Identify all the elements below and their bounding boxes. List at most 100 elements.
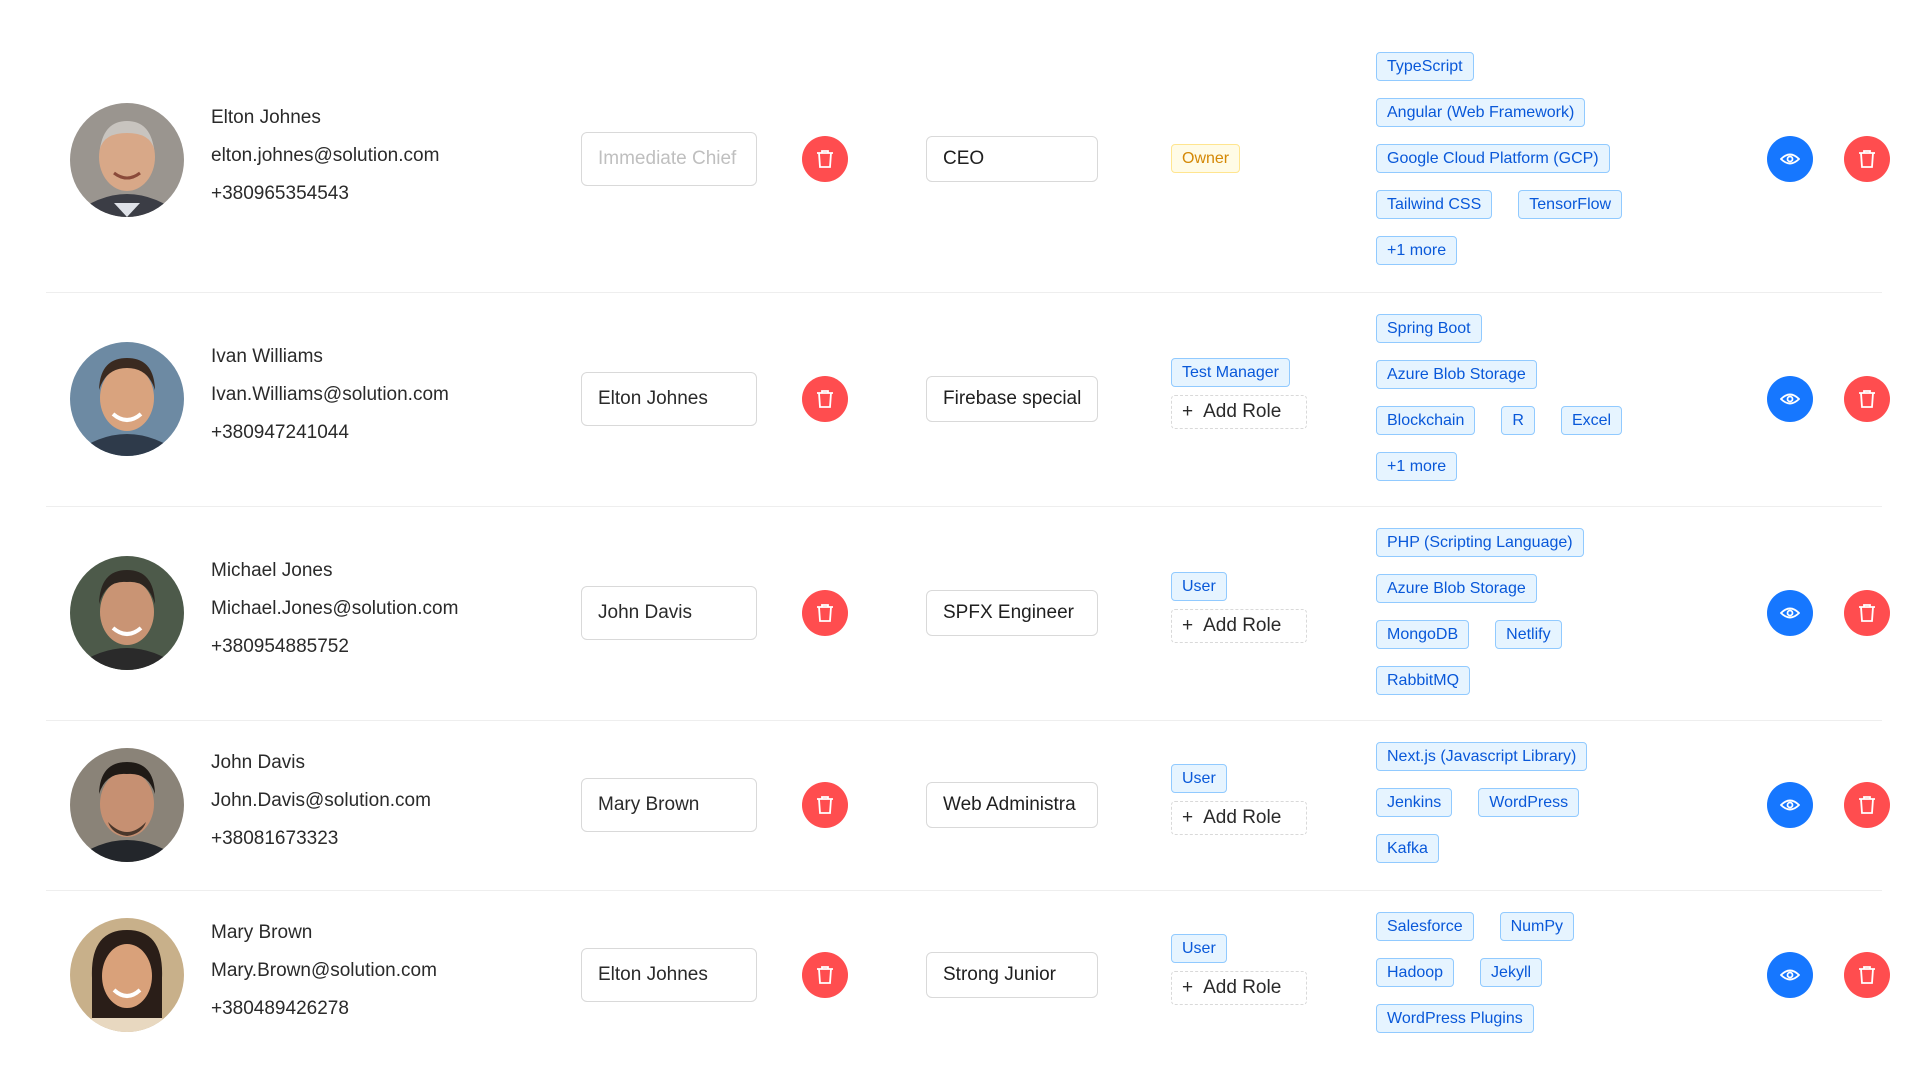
employee-info: Ivan Williams Ivan.Williams@solution.com… [211,338,449,452]
employee-name: John Davis [211,752,305,773]
add-role-button[interactable]: + Add Role [1171,971,1307,1005]
trash-icon [817,966,833,984]
skills: PHP (Scripting Language) Azure Blob Stor… [1376,528,1584,712]
skill-tag: MongoDB [1376,620,1470,649]
remove-chief-button[interactable] [802,782,848,828]
role-tag: Owner [1171,144,1241,173]
chief-input[interactable] [581,132,757,186]
role-tag: Test Manager [1171,358,1290,387]
job-title-input[interactable] [926,952,1098,998]
skill-tag: WordPress Plugins [1376,1004,1534,1033]
employee-email: Michael.Jones@solution.com [211,598,459,619]
plus-icon: + [1182,615,1194,636]
trash-icon [1859,966,1875,984]
employee-phone: +38081673323 [211,828,339,849]
view-button[interactable] [1767,782,1813,828]
employee-name: Mary Brown [211,922,313,943]
more-skills-tag[interactable]: +1 more [1376,236,1458,265]
skills: TypeScript Angular (Web Framework) Googl… [1376,52,1623,282]
skill-tag: Kafka [1376,834,1439,863]
skill-tag: Jekyll [1480,958,1543,987]
roles: Test Manager + Add Role [1171,358,1307,429]
employee-row: Ivan Williams Ivan.Williams@solution.com… [46,292,1890,507]
skill-tag: Azure Blob Storage [1376,574,1537,603]
job-title-input[interactable] [926,136,1098,182]
remove-chief-button[interactable] [802,952,848,998]
chief-input[interactable] [581,372,757,426]
plus-icon: + [1182,977,1194,998]
view-button[interactable] [1767,376,1813,422]
employee-row: Michael Jones Michael.Jones@solution.com… [46,506,1890,721]
eye-icon [1780,393,1800,405]
more-skills-tag[interactable]: +1 more [1376,452,1458,481]
skills: Salesforce NumPy Hadoop Jekyll WordPress… [1376,912,1575,1050]
employee-phone: +380954885752 [211,636,349,657]
employee-list: Elton Johnes elton.johnes@solution.com +… [0,0,1920,1080]
add-role-button[interactable]: + Add Role [1171,801,1307,835]
skill-tag: Salesforce [1376,912,1474,941]
skill-tag: Next.js (Javascript Library) [1376,742,1588,771]
skill-tag: RabbitMQ [1376,666,1471,695]
employee-row: Elton Johnes elton.johnes@solution.com +… [46,40,1890,293]
job-title-input[interactable] [926,782,1098,828]
employee-phone: +380947241044 [211,422,349,443]
trash-icon [1859,390,1875,408]
skill-tag: Jenkins [1376,788,1453,817]
employee-email: Mary.Brown@solution.com [211,960,437,981]
delete-employee-button[interactable] [1844,590,1890,636]
trash-icon [817,796,833,814]
skill-tag: Hadoop [1376,958,1455,987]
job-title-input[interactable] [926,376,1098,422]
view-button[interactable] [1767,952,1813,998]
add-role-label: Add Role [1203,401,1282,422]
add-role-label: Add Role [1203,977,1282,998]
chief-input[interactable] [581,948,757,1002]
view-button[interactable] [1767,590,1813,636]
roles: Owner [1171,144,1241,173]
skill-tag: WordPress [1478,788,1580,817]
add-role-button[interactable]: + Add Role [1171,395,1307,429]
employee-email: elton.johnes@solution.com [211,145,440,166]
role-tag: User [1171,572,1227,601]
remove-chief-button[interactable] [802,136,848,182]
remove-chief-button[interactable] [802,376,848,422]
avatar [70,342,184,456]
trash-icon [1859,604,1875,622]
employee-phone: +380489426278 [211,998,349,1019]
roles: User + Add Role [1171,764,1307,835]
plus-icon: + [1182,807,1194,828]
remove-chief-button[interactable] [802,590,848,636]
eye-icon [1780,153,1800,165]
add-role-label: Add Role [1203,807,1282,828]
skill-tag: PHP (Scripting Language) [1376,528,1584,557]
employee-info: John Davis John.Davis@solution.com +3808… [211,744,431,858]
trash-icon [1859,796,1875,814]
delete-employee-button[interactable] [1844,136,1890,182]
chief-input[interactable] [581,586,757,640]
trash-icon [817,390,833,408]
chief-input[interactable] [581,778,757,832]
skill-tag: R [1501,406,1535,435]
avatar [70,918,184,1032]
avatar [70,103,184,217]
skill-tag: Blockchain [1376,406,1476,435]
job-title-input[interactable] [926,590,1098,636]
avatar [70,556,184,670]
employee-row: John Davis John.Davis@solution.com +3808… [46,720,1890,891]
add-role-button[interactable]: + Add Role [1171,609,1307,643]
trash-icon [817,604,833,622]
skill-tag: TypeScript [1376,52,1474,81]
employee-name: Michael Jones [211,560,333,581]
delete-employee-button[interactable] [1844,782,1890,828]
skill-tag: Azure Blob Storage [1376,360,1537,389]
skill-tag: Netlify [1495,620,1562,649]
roles: User + Add Role [1171,934,1307,1005]
skill-tag: Spring Boot [1376,314,1482,343]
delete-employee-button[interactable] [1844,376,1890,422]
role-tag: User [1171,764,1227,793]
eye-icon [1780,969,1800,981]
delete-employee-button[interactable] [1844,952,1890,998]
skill-tag: NumPy [1499,912,1575,941]
skill-tag: Tailwind CSS [1376,190,1493,219]
view-button[interactable] [1767,136,1813,182]
